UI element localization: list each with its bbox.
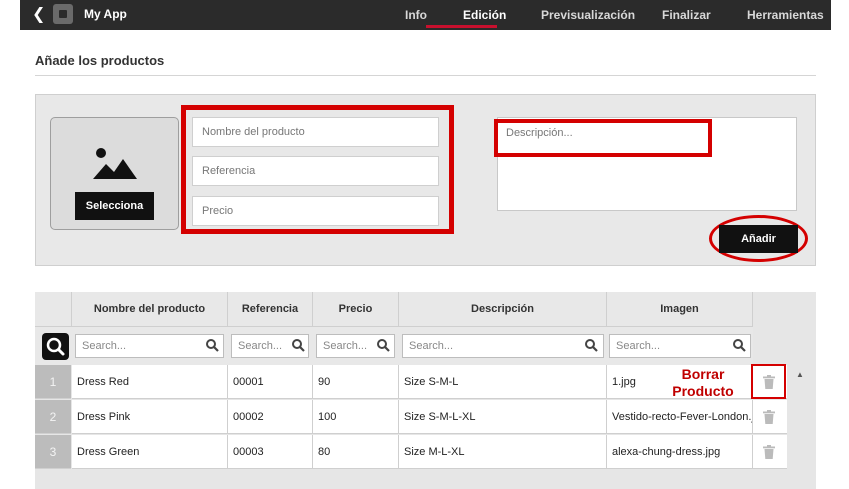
description-placeholder: Descripción... [506,127,573,139]
annotation-line: Producto [672,383,734,399]
active-tab-indicator [426,25,497,28]
row-number: 1 [35,365,71,399]
tab-info[interactable]: Info [405,8,427,22]
product-name-input[interactable]: Nombre del producto [192,117,439,147]
table-cell-imagen[interactable]: alexa-chung-dress.jpg [607,435,753,469]
tab-edicion[interactable]: Edición [463,8,506,22]
row-number: 2 [35,400,71,434]
search-icon [377,339,390,352]
trash-icon[interactable] [763,410,775,424]
search-button[interactable] [42,333,69,360]
table-cell-precio[interactable]: 90 [313,365,399,399]
column-header-descripcion[interactable]: Descripción [399,292,607,327]
add-button[interactable]: Añadir [719,225,798,253]
image-placeholder-icon [93,148,137,179]
page-title: Añade los productos [35,53,165,68]
row-number-header [35,292,72,327]
column-header-nombre[interactable]: Nombre del producto [72,292,228,327]
app-icon [53,4,73,24]
filter-descripcion-input[interactable]: Search... [402,334,604,358]
table-cell-referencia[interactable]: 00001 [228,365,313,399]
search-icon [206,339,219,352]
annotation-highlight-delete [751,364,786,399]
table-cell-nombre[interactable]: Dress Pink [72,400,228,434]
app-title: My App [84,7,127,21]
select-image-button[interactable]: Selecciona [75,192,154,220]
reference-input[interactable]: Referencia [192,156,439,186]
search-icon [292,339,305,352]
table-cell-precio[interactable]: 100 [313,400,399,434]
column-header-referencia[interactable]: Referencia [228,292,313,327]
filter-imagen-input[interactable]: Search... [609,334,751,358]
table-cell-imagen[interactable]: Vestido-recto-Fever-London.jpg [607,400,753,434]
table-cell-descripcion[interactable]: Size M-L-XL [399,435,607,469]
table-cell-descripcion[interactable]: Size S-M-L-XL [399,400,607,434]
back-icon[interactable]: ❮ [32,5,46,25]
search-icon [46,337,65,356]
column-header-precio[interactable]: Precio [313,292,399,327]
table-cell-nombre[interactable]: Dress Green [72,435,228,469]
table-cell-descripcion[interactable]: Size S-M-L [399,365,607,399]
table-cell-referencia[interactable]: 00003 [228,435,313,469]
section-divider [35,75,816,76]
table-cell-referencia[interactable]: 00002 [228,400,313,434]
price-input[interactable]: Precio [192,196,439,226]
row-number: 3 [35,435,71,469]
filter-nombre-input[interactable]: Search... [75,334,224,358]
tab-finalizar[interactable]: Finalizar [662,8,711,22]
search-icon [733,339,746,352]
tab-previsualizacion[interactable]: Previsualización [541,8,635,22]
annotation-label: Borrar Producto [664,366,742,400]
column-header-imagen[interactable]: Imagen [607,292,753,327]
scroll-up-icon[interactable]: ▲ [796,370,804,379]
search-icon [585,339,598,352]
table-cell-precio[interactable]: 80 [313,435,399,469]
trash-icon[interactable] [763,445,775,459]
tab-herramientas[interactable]: Herramientas [747,8,824,22]
table-cell-nombre[interactable]: Dress Red [72,365,228,399]
annotation-line: Borrar [681,366,725,382]
